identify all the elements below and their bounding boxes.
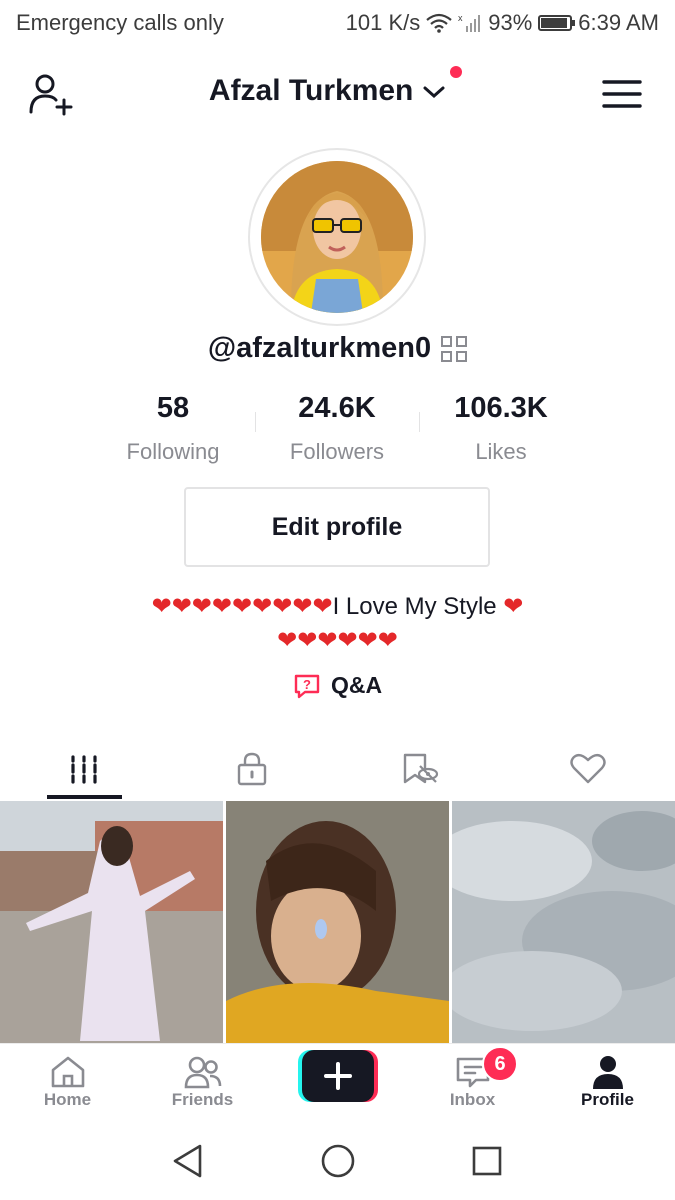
wifi-icon: [426, 13, 452, 33]
favorites-hidden-icon: [403, 753, 439, 784]
nav-home[interactable]: Home: [0, 1054, 135, 1110]
nav-friends[interactable]: Friends: [135, 1054, 270, 1110]
bio-line-2: ❤❤❤❤❤❤: [277, 627, 398, 654]
likes-label: Likes: [475, 439, 527, 464]
status-right: 101 K/s x 93% 6:39 AM: [346, 10, 659, 36]
avatar-image: [261, 161, 413, 313]
bio-text: I Love My Style: [332, 593, 504, 620]
carrier-text: Emergency calls only: [16, 10, 224, 35]
create-button[interactable]: [298, 1050, 378, 1102]
svg-text:x: x: [458, 13, 463, 23]
content-tabs: [0, 738, 675, 800]
edit-profile-button[interactable]: Edit profile: [184, 487, 490, 567]
profile-icon: [592, 1056, 623, 1089]
account-switcher[interactable]: Afzal Turkmen: [0, 66, 675, 108]
username: @afzalturkmen0: [207, 332, 432, 364]
back-icon[interactable]: [170, 1142, 206, 1180]
tab-favorites[interactable]: [336, 738, 504, 800]
likes-count: 106.3K: [454, 392, 548, 424]
network-speed: 101 K/s: [345, 10, 421, 35]
status-bar: Emergency calls only 101 K/s x 93% 6:39 …: [0, 0, 675, 46]
battery-percent: 93%: [488, 10, 533, 35]
private-lock-icon: [237, 752, 267, 786]
bio-line-1: ❤❤❤❤❤❤❤❤❤I Love My Style ❤: [60, 590, 615, 624]
qa-label: Q&A: [330, 672, 383, 698]
videos-grid-icon: [71, 755, 97, 784]
qa-icon: ?: [294, 674, 320, 698]
bio-hearts: ❤❤❤❤❤❤❤❤❤: [151, 593, 333, 620]
likes-stat[interactable]: 106.3K Likes: [416, 392, 586, 465]
profile-stats: 58 Following 24.6K Followers 106.3K Like…: [0, 392, 675, 472]
battery-icon: [538, 15, 576, 31]
nav-profile-label: Profile: [581, 1090, 634, 1109]
following-count: 58: [156, 392, 190, 424]
video-thumbnail[interactable]: [452, 801, 675, 1043]
video-thumbnail[interactable]: [226, 801, 449, 1043]
video-thumbnail[interactable]: [0, 801, 223, 1043]
username-row: @afzalturkmen0: [0, 332, 675, 365]
plus-icon: [298, 1050, 378, 1102]
signal-icon: x: [458, 13, 481, 32]
bio-heart-end: ❤: [503, 593, 524, 620]
following-stat[interactable]: 58 Following: [88, 392, 258, 465]
nav-home-label: Home: [43, 1090, 92, 1109]
recents-icon[interactable]: [470, 1144, 504, 1178]
followers-stat[interactable]: 24.6K Followers: [252, 392, 422, 465]
liked-heart-icon: [570, 753, 606, 784]
menu-icon: [602, 80, 642, 108]
tab-private[interactable]: [168, 738, 336, 800]
inbox-badge: 6: [482, 1046, 518, 1082]
friends-icon: [184, 1056, 221, 1089]
nav-friends-label: Friends: [171, 1090, 234, 1109]
nav-inbox[interactable]: Inbox: [405, 1054, 540, 1110]
chevron-down-icon: [423, 86, 445, 99]
tab-liked[interactable]: [504, 738, 672, 800]
svg-text:?: ?: [303, 677, 311, 692]
qa-link[interactable]: ? Q&A: [0, 672, 675, 699]
nav-profile[interactable]: Profile: [540, 1054, 675, 1110]
qr-code-icon[interactable]: [441, 335, 468, 362]
active-tab-indicator: [47, 795, 122, 799]
bio: ❤❤❤❤❤❤❤❤❤I Love My Style ❤ ❤❤❤❤❤❤: [60, 590, 615, 658]
home-icon: [51, 1056, 84, 1088]
nav-inbox-label: Inbox: [449, 1090, 496, 1109]
following-label: Following: [126, 439, 220, 464]
home-circle-icon[interactable]: [319, 1142, 357, 1180]
menu-button[interactable]: [602, 78, 642, 115]
followers-label: Followers: [289, 439, 385, 464]
video-grid: [0, 801, 675, 1043]
notification-dot: [450, 66, 463, 78]
page-title: Afzal Turkmen: [208, 74, 414, 107]
clock: 6:39 AM: [578, 10, 659, 35]
tab-videos[interactable]: [0, 738, 168, 800]
followers-count: 24.6K: [298, 392, 376, 424]
bottom-nav: Home Friends Inbox Profile: [0, 1043, 675, 1120]
system-nav-bar: [0, 1120, 675, 1200]
avatar[interactable]: [248, 148, 426, 326]
